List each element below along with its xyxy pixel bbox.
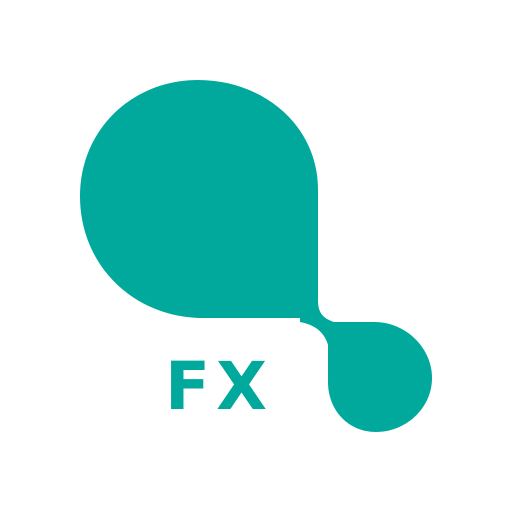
app-icon-canvas: FX <box>0 0 512 512</box>
small-droplet-shape <box>328 322 432 432</box>
large-droplet-shape <box>80 80 318 318</box>
droplet-logo-icon <box>80 80 432 432</box>
logo-wordmark: FX <box>165 348 273 425</box>
